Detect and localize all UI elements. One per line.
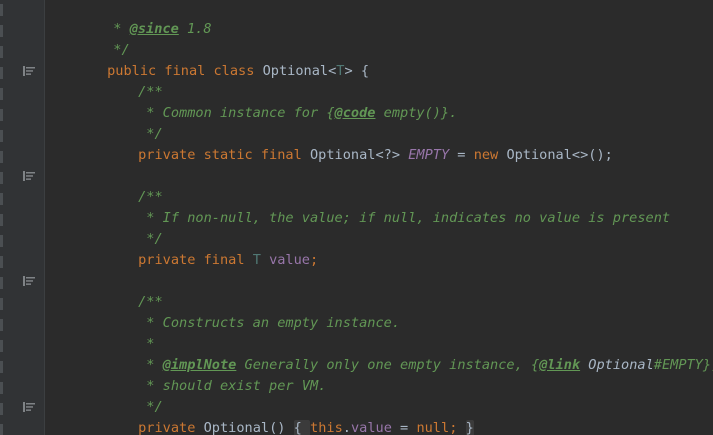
- code-line[interactable]: * Constructs an empty instance.: [89, 292, 400, 331]
- code-line[interactable]: * If non-null, the value; if null, indic…: [89, 187, 670, 226]
- code-line[interactable]: private Optional() { this.value = null; …: [89, 397, 474, 435]
- doc-reference[interactable]: Optional: [580, 357, 654, 373]
- gutter-marker: [0, 151, 3, 163]
- code-line[interactable]: /**: [89, 166, 163, 205]
- javadoc-tag[interactable]: @link: [539, 357, 580, 373]
- keyword: private: [138, 420, 204, 435]
- doc-comment: 1.8: [178, 21, 212, 37]
- code-text: .: [342, 420, 351, 435]
- implemented-icon[interactable]: [23, 66, 35, 76]
- keyword: this: [310, 420, 343, 435]
- code-text: > {: [344, 63, 370, 79]
- semicolon: ;: [449, 420, 466, 435]
- doc-comment: * Constructs an empty instance.: [138, 315, 401, 331]
- code-line[interactable]: * @since 1.8: [56, 0, 211, 37]
- gutter-marker: [0, 298, 3, 310]
- code-line[interactable]: */: [89, 376, 162, 415]
- keyword: null: [416, 420, 450, 435]
- gutter-marker: [0, 25, 3, 37]
- doc-comment: * should exist per VM.: [138, 378, 327, 394]
- gutter-marker: [0, 403, 3, 415]
- class-name[interactable]: Optional<>();: [506, 147, 612, 163]
- code-text: (): [269, 420, 294, 435]
- semicolon: ;: [309, 252, 319, 268]
- editor-gutter[interactable]: [0, 0, 44, 435]
- code-line[interactable]: * @implNote Generally only one empty ins…: [89, 334, 713, 373]
- code-line[interactable]: */: [89, 103, 162, 142]
- implemented-icon[interactable]: [23, 402, 35, 412]
- gutter-marker: [0, 361, 3, 373]
- code-line[interactable]: private static final Optional<?> EMPTY =…: [89, 124, 613, 163]
- keyword: private final: [138, 252, 253, 268]
- gutter-marker: [0, 340, 3, 352]
- doc-comment: * If non-null, the value; if null, indic…: [138, 210, 671, 226]
- gutter-marker: [0, 319, 3, 331]
- doc-comment: #EMPTY},: [653, 357, 713, 373]
- gutter-marker: [0, 67, 3, 79]
- type-parameter[interactable]: T: [253, 252, 269, 268]
- javadoc-tag[interactable]: @since: [130, 21, 179, 37]
- gutter-marker: [0, 130, 3, 142]
- field-name[interactable]: value: [269, 252, 310, 268]
- keyword: new: [473, 147, 507, 163]
- gutter-marker: [0, 193, 3, 205]
- code-line[interactable]: /**: [89, 271, 163, 310]
- gutter-marker: [0, 235, 3, 247]
- gutter-marker: [0, 46, 3, 58]
- static-field[interactable]: EMPTY: [408, 147, 449, 163]
- code-line[interactable]: */: [89, 208, 162, 247]
- gutter-marker: [0, 109, 3, 121]
- gutter-marker: [0, 172, 3, 184]
- implemented-icon[interactable]: [23, 276, 35, 286]
- code-line[interactable]: *: [89, 313, 154, 352]
- gutter-separator: [44, 0, 45, 435]
- implemented-icon[interactable]: [23, 171, 35, 181]
- code-line[interactable]: /**: [89, 61, 163, 100]
- folded-brace-open[interactable]: {: [293, 420, 311, 435]
- code-line[interactable]: * should exist per VM.: [89, 355, 326, 394]
- gutter-marker: [0, 277, 3, 289]
- code-line[interactable]: private final T value;: [89, 229, 318, 268]
- class-name[interactable]: Optional<: [263, 63, 337, 79]
- code-text: =: [449, 147, 474, 163]
- doc-comment: * Common instance for {: [138, 105, 335, 121]
- code-line[interactable]: * Common instance for {@code empty()}.: [89, 82, 457, 121]
- javadoc-tag[interactable]: @code: [335, 105, 376, 121]
- code-line[interactable]: public final class Optional<T> {: [58, 40, 369, 79]
- doc-comment: empty()}.: [375, 105, 458, 121]
- code-editor[interactable]: * @since 1.8 */ public final class Optio…: [0, 0, 713, 435]
- constructor-name[interactable]: Optional: [204, 420, 269, 435]
- keyword: private static final: [138, 147, 310, 163]
- folded-brace-close[interactable]: }: [465, 420, 474, 435]
- gutter-marker: [0, 4, 3, 16]
- gutter-marker: [0, 256, 3, 268]
- field-name[interactable]: value: [351, 420, 392, 435]
- class-name[interactable]: Optional<?>: [310, 147, 408, 163]
- gutter-marker: [0, 88, 3, 100]
- gutter-marker: [0, 382, 3, 394]
- gutter-marker: [0, 424, 3, 435]
- code-line[interactable]: */: [56, 19, 129, 58]
- code-text: =: [391, 420, 417, 435]
- gutter-marker: [0, 214, 3, 226]
